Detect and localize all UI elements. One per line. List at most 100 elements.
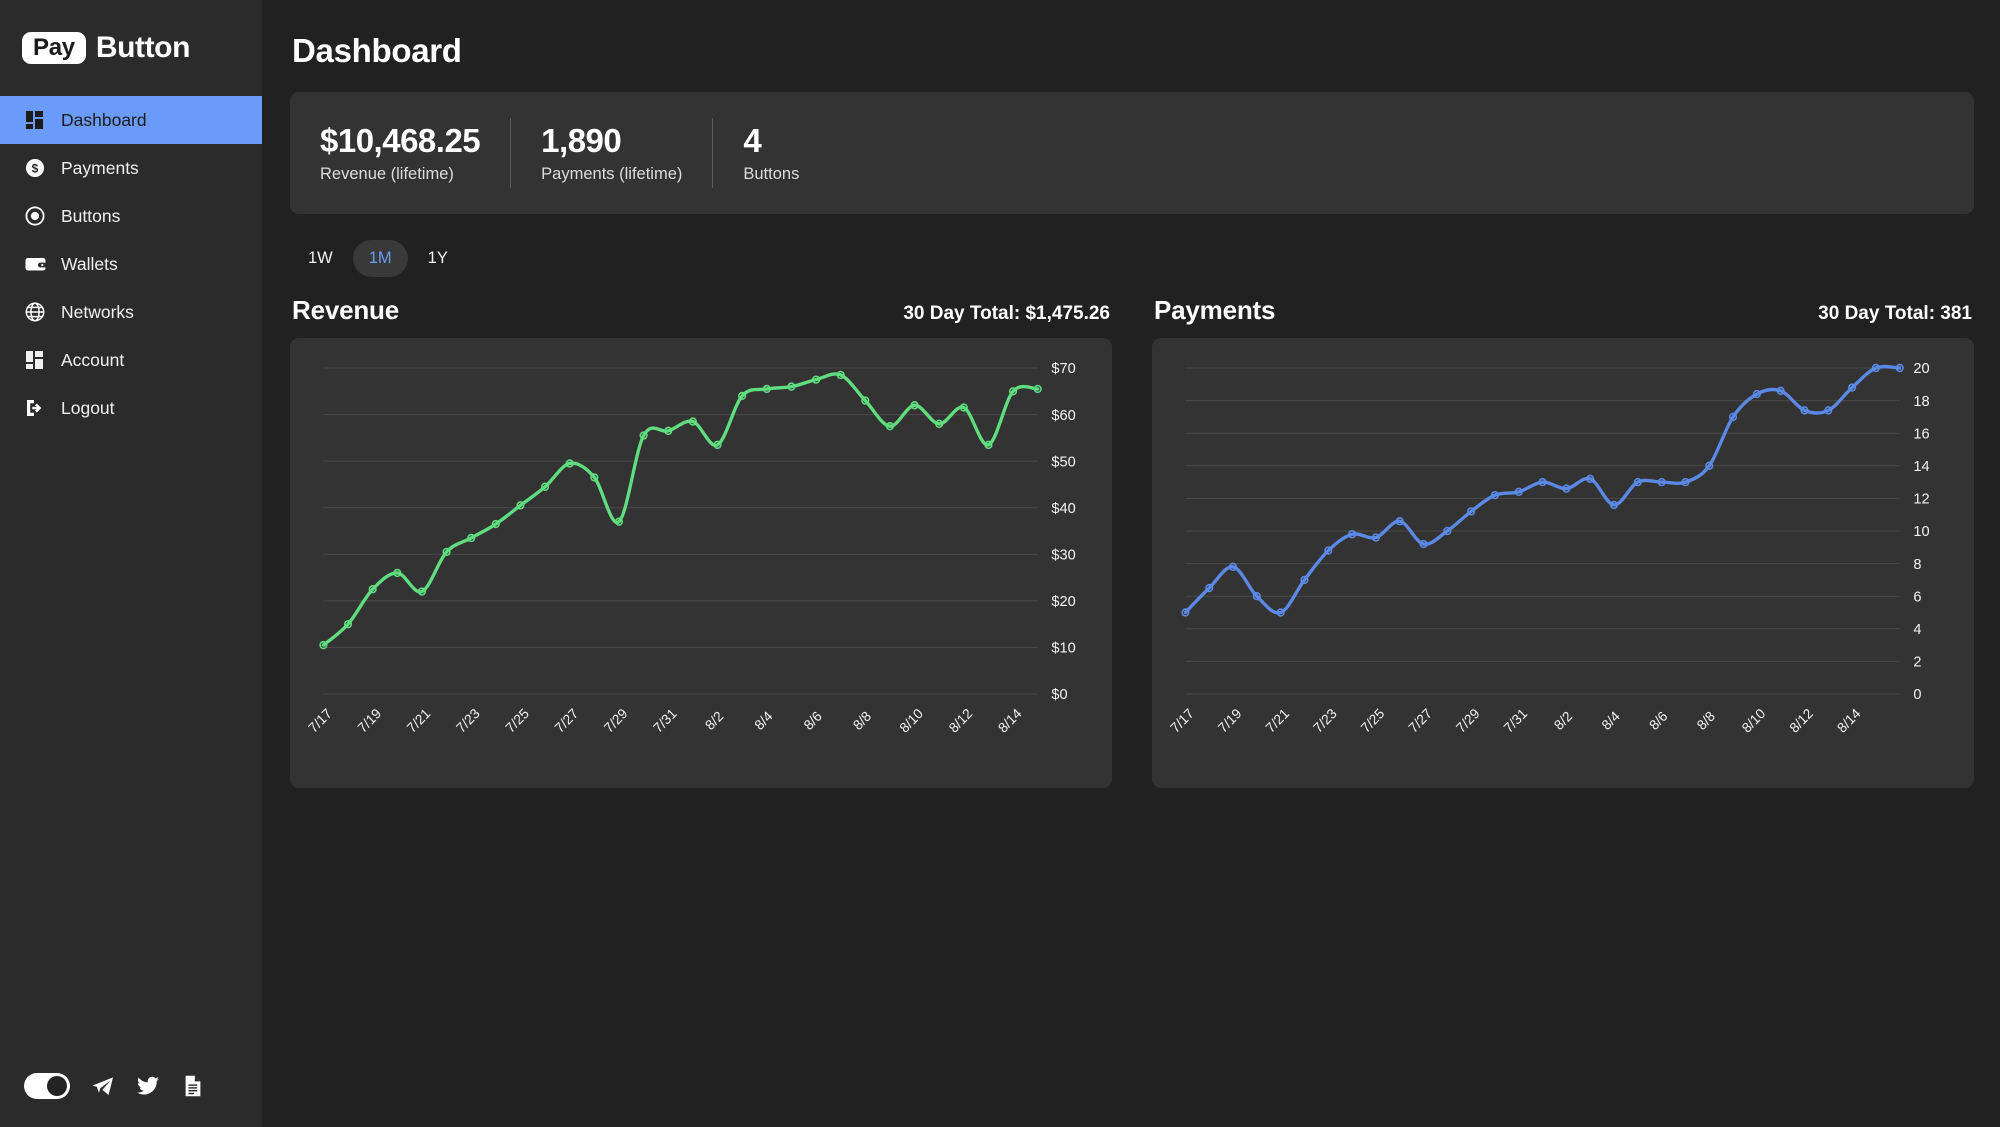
svg-text:8/10: 8/10 [1738, 705, 1768, 736]
sidebar-item-label: Dashboard [61, 110, 147, 131]
revenue-chart-card[interactable]: $0$10$20$30$40$50$60$707/177/197/217/237… [290, 338, 1112, 788]
stat-label: Buttons [743, 165, 799, 184]
main-content: Dashboard $10,468.25 Revenue (lifetime) … [262, 0, 2000, 1127]
svg-text:12: 12 [1913, 491, 1929, 507]
sidebar-nav: Dashboard $ Payments Buttons Wallets [0, 96, 262, 432]
wallet-icon [24, 253, 46, 275]
svg-text:7/31: 7/31 [1500, 705, 1530, 736]
stat-buttons: 4 Buttons [713, 122, 829, 185]
svg-text:8/8: 8/8 [1693, 708, 1718, 733]
svg-text:7/19: 7/19 [354, 705, 384, 736]
stat-value: 4 [743, 122, 799, 161]
revenue-chart-section: Revenue 30 Day Total: $1,475.26 $0$10$20… [290, 295, 1112, 788]
range-option-1y[interactable]: 1Y [412, 240, 464, 277]
range-option-1m[interactable]: 1M [353, 240, 408, 277]
sidebar-item-label: Logout [61, 398, 115, 419]
payments-chart-title: Payments [1154, 295, 1275, 326]
sidebar-item-payments[interactable]: $ Payments [0, 144, 262, 192]
svg-text:7/29: 7/29 [601, 705, 631, 736]
theme-toggle[interactable] [24, 1073, 70, 1099]
svg-text:7/27: 7/27 [551, 705, 581, 736]
svg-text:7/21: 7/21 [404, 705, 434, 736]
sidebar-item-label: Wallets [61, 254, 118, 275]
sidebar-item-logout[interactable]: Logout [0, 384, 262, 432]
twitter-icon[interactable] [136, 1074, 160, 1098]
svg-text:8/6: 8/6 [1646, 708, 1671, 733]
sidebar-item-label: Account [61, 350, 124, 371]
sidebar-item-wallets[interactable]: Wallets [0, 240, 262, 288]
svg-text:2: 2 [1913, 654, 1921, 670]
sidebar-item-label: Networks [61, 302, 134, 323]
sidebar-item-account[interactable]: Account [0, 336, 262, 384]
globe-icon [24, 301, 46, 323]
sidebar: Pay Button Dashboard $ Payments But [0, 0, 262, 1127]
svg-text:8/10: 8/10 [896, 705, 926, 736]
stat-payments: 1,890 Payments (lifetime) [511, 122, 712, 185]
sidebar-item-dashboard[interactable]: Dashboard [0, 96, 262, 144]
page-title: Dashboard [292, 32, 1974, 70]
svg-text:$0: $0 [1051, 687, 1067, 703]
payments-chart-card[interactable]: 024681012141618207/177/197/217/237/257/2… [1152, 338, 1974, 788]
sidebar-item-networks[interactable]: Networks [0, 288, 262, 336]
docs-icon[interactable] [181, 1074, 205, 1098]
svg-text:4: 4 [1913, 622, 1921, 638]
payments-chart-section: Payments 30 Day Total: 381 0246810121416… [1152, 295, 1974, 788]
range-option-1w[interactable]: 1W [292, 240, 349, 277]
telegram-icon[interactable] [91, 1074, 115, 1098]
svg-text:$10: $10 [1051, 640, 1075, 656]
svg-text:8/4: 8/4 [1598, 708, 1623, 733]
svg-text:$: $ [32, 162, 39, 176]
revenue-chart-title: Revenue [292, 295, 399, 326]
app-root: Pay Button Dashboard $ Payments But [0, 0, 2000, 1127]
svg-text:$70: $70 [1051, 361, 1075, 377]
svg-text:6: 6 [1913, 589, 1921, 605]
svg-text:8/2: 8/2 [702, 708, 727, 733]
brand-word: Button [96, 31, 190, 65]
svg-text:$60: $60 [1051, 408, 1075, 424]
svg-text:7/29: 7/29 [1453, 705, 1483, 736]
sidebar-footer [24, 1073, 205, 1099]
brand-logo[interactable]: Pay Button [0, 0, 262, 96]
svg-text:0: 0 [1913, 687, 1921, 703]
svg-text:7/17: 7/17 [305, 705, 335, 736]
logout-icon [24, 397, 46, 419]
svg-text:18: 18 [1913, 394, 1929, 410]
svg-text:7/31: 7/31 [650, 705, 680, 736]
record-circle-icon [24, 205, 46, 227]
svg-text:7/27: 7/27 [1405, 705, 1435, 736]
svg-text:8/6: 8/6 [800, 708, 825, 733]
svg-text:$40: $40 [1051, 501, 1075, 517]
svg-text:8/14: 8/14 [995, 705, 1025, 736]
stat-value: $10,468.25 [320, 122, 480, 161]
svg-text:$50: $50 [1051, 454, 1075, 470]
revenue-30day-total: 30 Day Total: $1,475.26 [903, 303, 1110, 325]
svg-text:7/25: 7/25 [1357, 705, 1387, 736]
svg-text:8/4: 8/4 [751, 708, 776, 733]
svg-text:8/12: 8/12 [1786, 705, 1816, 736]
revenue-chart-header: Revenue 30 Day Total: $1,475.26 [292, 295, 1110, 326]
range-selector: 1W 1M 1Y [292, 240, 1974, 277]
dollar-circle-icon: $ [24, 157, 46, 179]
svg-text:8/2: 8/2 [1551, 708, 1576, 733]
svg-text:7/17: 7/17 [1167, 705, 1197, 736]
svg-text:8/8: 8/8 [850, 708, 875, 733]
svg-text:16: 16 [1913, 426, 1929, 442]
svg-text:7/19: 7/19 [1215, 705, 1245, 736]
stat-label: Revenue (lifetime) [320, 165, 480, 184]
svg-text:7/25: 7/25 [502, 705, 532, 736]
svg-text:7/21: 7/21 [1262, 705, 1292, 736]
svg-text:8/14: 8/14 [1834, 705, 1864, 736]
svg-text:$30: $30 [1051, 547, 1075, 563]
grid-icon [24, 349, 46, 371]
sidebar-item-label: Buttons [61, 206, 120, 227]
brand-badge: Pay [22, 32, 86, 65]
svg-text:10: 10 [1913, 524, 1929, 540]
stats-summary-card: $10,468.25 Revenue (lifetime) 1,890 Paym… [290, 92, 1974, 214]
payments-line-chart[interactable]: 024681012141618207/177/197/217/237/257/2… [1164, 354, 1962, 778]
payments-chart-header: Payments 30 Day Total: 381 [1154, 295, 1972, 326]
revenue-line-chart[interactable]: $0$10$20$30$40$50$60$707/177/197/217/237… [302, 354, 1100, 778]
payments-30day-total: 30 Day Total: 381 [1818, 303, 1972, 325]
stat-revenue: $10,468.25 Revenue (lifetime) [316, 122, 510, 185]
sidebar-item-buttons[interactable]: Buttons [0, 192, 262, 240]
svg-text:8: 8 [1913, 557, 1921, 573]
